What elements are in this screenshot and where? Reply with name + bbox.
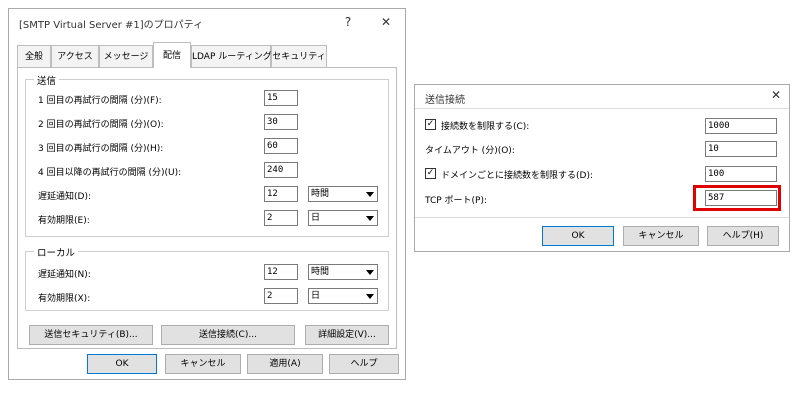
advanced-button[interactable]: 詳細設定(V)... [305,325,389,345]
dialog-title: [SMTP Virtual Server #1]のプロパティ [19,20,204,31]
cancel-button[interactable]: キャンセル [165,354,241,374]
retry4-input[interactable]: 240 [264,162,298,178]
smtp-properties-dialog: [SMTP Virtual Server #1]のプロパティ ? ✕ 全般 アク… [8,8,406,380]
expiration-label: 有効期限(E): [38,216,90,226]
retry4-label: 4 回目以降の再試行の間隔 (分)(U): [38,168,182,178]
expiration-unit-select[interactable]: 日 [308,210,378,226]
local-group: ローカル 遅延通知(N): 12 時間 有効期限(X): 2 日 [25,245,389,311]
help-icon[interactable]: ? [335,12,361,32]
retry1-label: 1 回目の再試行の間隔 (分)(F): [38,96,162,106]
delay-unit-value: 時間 [311,189,330,199]
delay-notification-input[interactable]: 12 [264,186,298,202]
delivery-tab-panel: 送信 1 回目の再試行の間隔 (分)(F): 15 2 回目の再試行の間隔 (分… [17,67,397,349]
timeout-input[interactable]: 10 [705,141,777,157]
limit-per-domain-input[interactable]: 100 [705,166,777,182]
chevron-down-icon [366,216,374,221]
retry2-input[interactable]: 30 [264,114,298,130]
limit-connections-label: 接続数を制限する(C): [441,122,530,132]
local-delay-input[interactable]: 12 [264,264,298,280]
ok-button[interactable]: OK [87,354,157,374]
limit-per-domain-checkbox[interactable]: ✓ [425,168,436,179]
local-expiration-unit-select[interactable]: 日 [308,288,378,304]
delay-notification-label: 遅延通知(D): [38,192,91,202]
footer-separator [415,217,789,218]
outbound-security-button[interactable]: 送信セキュリティ(B)... [29,325,153,345]
local-delay-label: 遅延通知(N): [38,270,91,280]
chevron-down-icon [366,270,374,275]
title-separator [415,108,789,109]
expiration-unit-value: 日 [311,213,321,223]
delay-unit-select[interactable]: 時間 [308,186,378,202]
ok-button[interactable]: OK [542,226,614,246]
cancel-button[interactable]: キャンセル [623,226,699,246]
local-group-title: ローカル [34,245,79,259]
outbound-group: 送信 1 回目の再試行の間隔 (分)(F): 15 2 回目の再試行の間隔 (分… [25,73,389,237]
local-expiration-unit-value: 日 [311,291,321,301]
tab-access[interactable]: アクセス [51,45,99,67]
connections-dialog-title: 送信接続 [425,95,465,106]
local-expiration-label: 有効期限(X): [38,294,91,304]
help-button[interactable]: ヘルプ(H) [707,226,779,246]
retry3-input[interactable]: 60 [264,138,298,154]
chevron-down-icon [366,192,374,197]
expiration-input[interactable]: 2 [264,210,298,226]
limit-connections-checkbox[interactable]: ✓ [425,119,436,130]
local-delay-unit-value: 時間 [311,267,330,277]
timeout-label: タイムアウト (分)(O): [425,146,515,156]
chevron-down-icon [366,294,374,299]
tab-general[interactable]: 全般 [17,45,51,67]
outbound-connections-button[interactable]: 送信接続(C)... [161,325,295,345]
tcp-port-label: TCP ポート(P): [425,196,488,206]
tab-security[interactable]: セキュリティ [271,45,327,67]
tab-ldap-routing[interactable]: LDAP ルーティング [191,45,272,67]
tab-delivery[interactable]: 配信 [153,42,191,68]
outbound-connections-dialog: 送信接続 ✕ ✓ 接続数を制限する(C): 1000 タイムアウト (分)(O)… [414,84,790,252]
retry2-label: 2 回目の再試行の間隔 (分)(O): [38,120,164,130]
limit-connections-input[interactable]: 1000 [705,118,777,134]
close-icon[interactable]: ✕ [763,85,789,105]
close-icon[interactable]: ✕ [373,12,399,32]
tcp-port-input[interactable]: 587 [705,190,777,206]
outbound-group-title: 送信 [34,73,60,87]
retry1-input[interactable]: 15 [264,90,298,106]
local-expiration-input[interactable]: 2 [264,288,298,304]
retry3-label: 3 回目の再試行の間隔 (分)(H): [38,144,164,154]
apply-button[interactable]: 適用(A) [247,354,323,374]
help-button[interactable]: ヘルプ [329,354,399,374]
local-delay-unit-select[interactable]: 時間 [308,264,378,280]
limit-per-domain-label: ドメインごとに接続数を制限する(D): [441,171,593,181]
tab-messages[interactable]: メッセージ [99,45,153,67]
